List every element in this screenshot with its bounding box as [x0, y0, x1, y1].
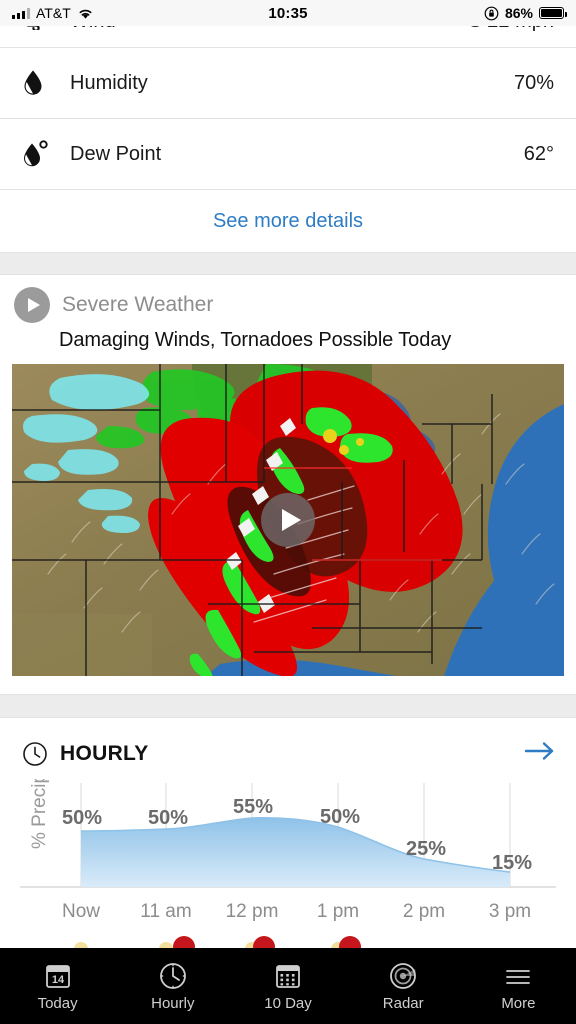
dew-point-droplet-icon [22, 139, 70, 169]
chart-xtick: 11 am [140, 901, 191, 922]
severe-weather-section: Severe Weather Damaging Winds, Tornadoes… [0, 275, 576, 676]
detail-row-dew-point[interactable]: Dew Point 62° [0, 119, 576, 190]
tab-10-day[interactable]: 10 Day [230, 948, 345, 1024]
svg-text:14: 14 [51, 974, 64, 986]
hourly-section-header[interactable]: HOURLY [0, 718, 576, 767]
chart-data-label: 15% [492, 852, 532, 874]
chart-data-label: 50% [62, 807, 102, 829]
tab-more[interactable]: More [461, 948, 576, 1024]
precip-chart[interactable]: % Precip 50% 50% 55% 50% 25% 15% Now 11 … [0, 779, 576, 954]
wind-icon [22, 26, 70, 30]
detail-label-dew-point: Dew Point [70, 142, 162, 165]
humidity-droplet-icon [22, 69, 70, 97]
see-more-details-label: See more details [212, 209, 364, 232]
play-button-overlay-icon[interactable] [261, 493, 315, 547]
severe-weather-headline: Damaging Winds, Tornadoes Possible Today [59, 329, 452, 351]
chart-xtick: 1 pm [317, 901, 359, 922]
calendar-grid-icon [273, 961, 303, 991]
section-divider-2 [0, 694, 576, 718]
chart-ylabel: % Precip [29, 779, 50, 849]
detail-value-wind: S 22 mph [468, 26, 554, 33]
tab-label-10-day: 10 Day [264, 994, 312, 1012]
tab-label-today: Today [37, 994, 78, 1012]
tab-radar[interactable]: Radar [346, 948, 461, 1024]
tab-label-more: More [501, 994, 536, 1012]
radar-map[interactable] [12, 364, 564, 676]
detail-label-wind: Wind [70, 26, 116, 33]
play-circle-icon[interactable] [14, 287, 50, 323]
tab-hourly[interactable]: Hourly [115, 948, 230, 1024]
detail-row-humidity[interactable]: Humidity 70% [0, 48, 576, 119]
weather-app-screen: AT&T 10:35 86% Wind [0, 0, 576, 1024]
clock-icon [22, 741, 48, 767]
chart-xtick: 12 pm [226, 901, 279, 922]
section-divider [0, 252, 576, 275]
detail-label-humidity: Humidity [70, 71, 148, 94]
chart-xtick: 3 pm [489, 901, 531, 922]
radar-video-container[interactable] [0, 352, 576, 676]
tab-today[interactable]: 14 Today [0, 948, 115, 1024]
status-bar-right: 86% [484, 5, 567, 21]
chart-data-label: 55% [233, 796, 273, 818]
bottom-tab-bar: 14 Today Hourly 10 Day Radar More [0, 948, 576, 1024]
detail-value-dew-point: 62° [523, 142, 554, 165]
severe-weather-header[interactable]: Severe Weather [0, 287, 576, 323]
hamburger-menu-icon [503, 961, 533, 991]
calendar-14-icon: 14 [43, 961, 73, 991]
arrow-right-icon[interactable] [524, 740, 556, 767]
chart-data-label: 25% [406, 838, 446, 860]
battery-percent-label: 86% [504, 5, 533, 21]
clock-icon [158, 961, 188, 991]
detail-row-wind[interactable]: Wind S 22 mph [0, 26, 576, 48]
rotation-lock-icon [484, 6, 499, 20]
hourly-title: HOURLY [60, 741, 149, 765]
chart-xtick: 2 pm [403, 901, 445, 922]
severe-weather-title: Severe Weather [62, 293, 214, 316]
chart-data-label: 50% [148, 807, 188, 829]
tab-label-radar: Radar [382, 994, 424, 1012]
chart-xtick: Now [62, 901, 100, 922]
battery-icon [539, 7, 567, 19]
detail-value-humidity: 70% [513, 71, 554, 94]
chart-data-label: 50% [320, 806, 360, 828]
precip-chart-graphic: % Precip 50% 50% 55% 50% 25% 15% Now 11 … [20, 779, 556, 954]
see-more-details-link[interactable]: See more details [0, 190, 576, 252]
tab-label-hourly: Hourly [151, 994, 195, 1012]
radar-icon [388, 961, 418, 991]
status-bar: AT&T 10:35 86% [0, 0, 576, 26]
